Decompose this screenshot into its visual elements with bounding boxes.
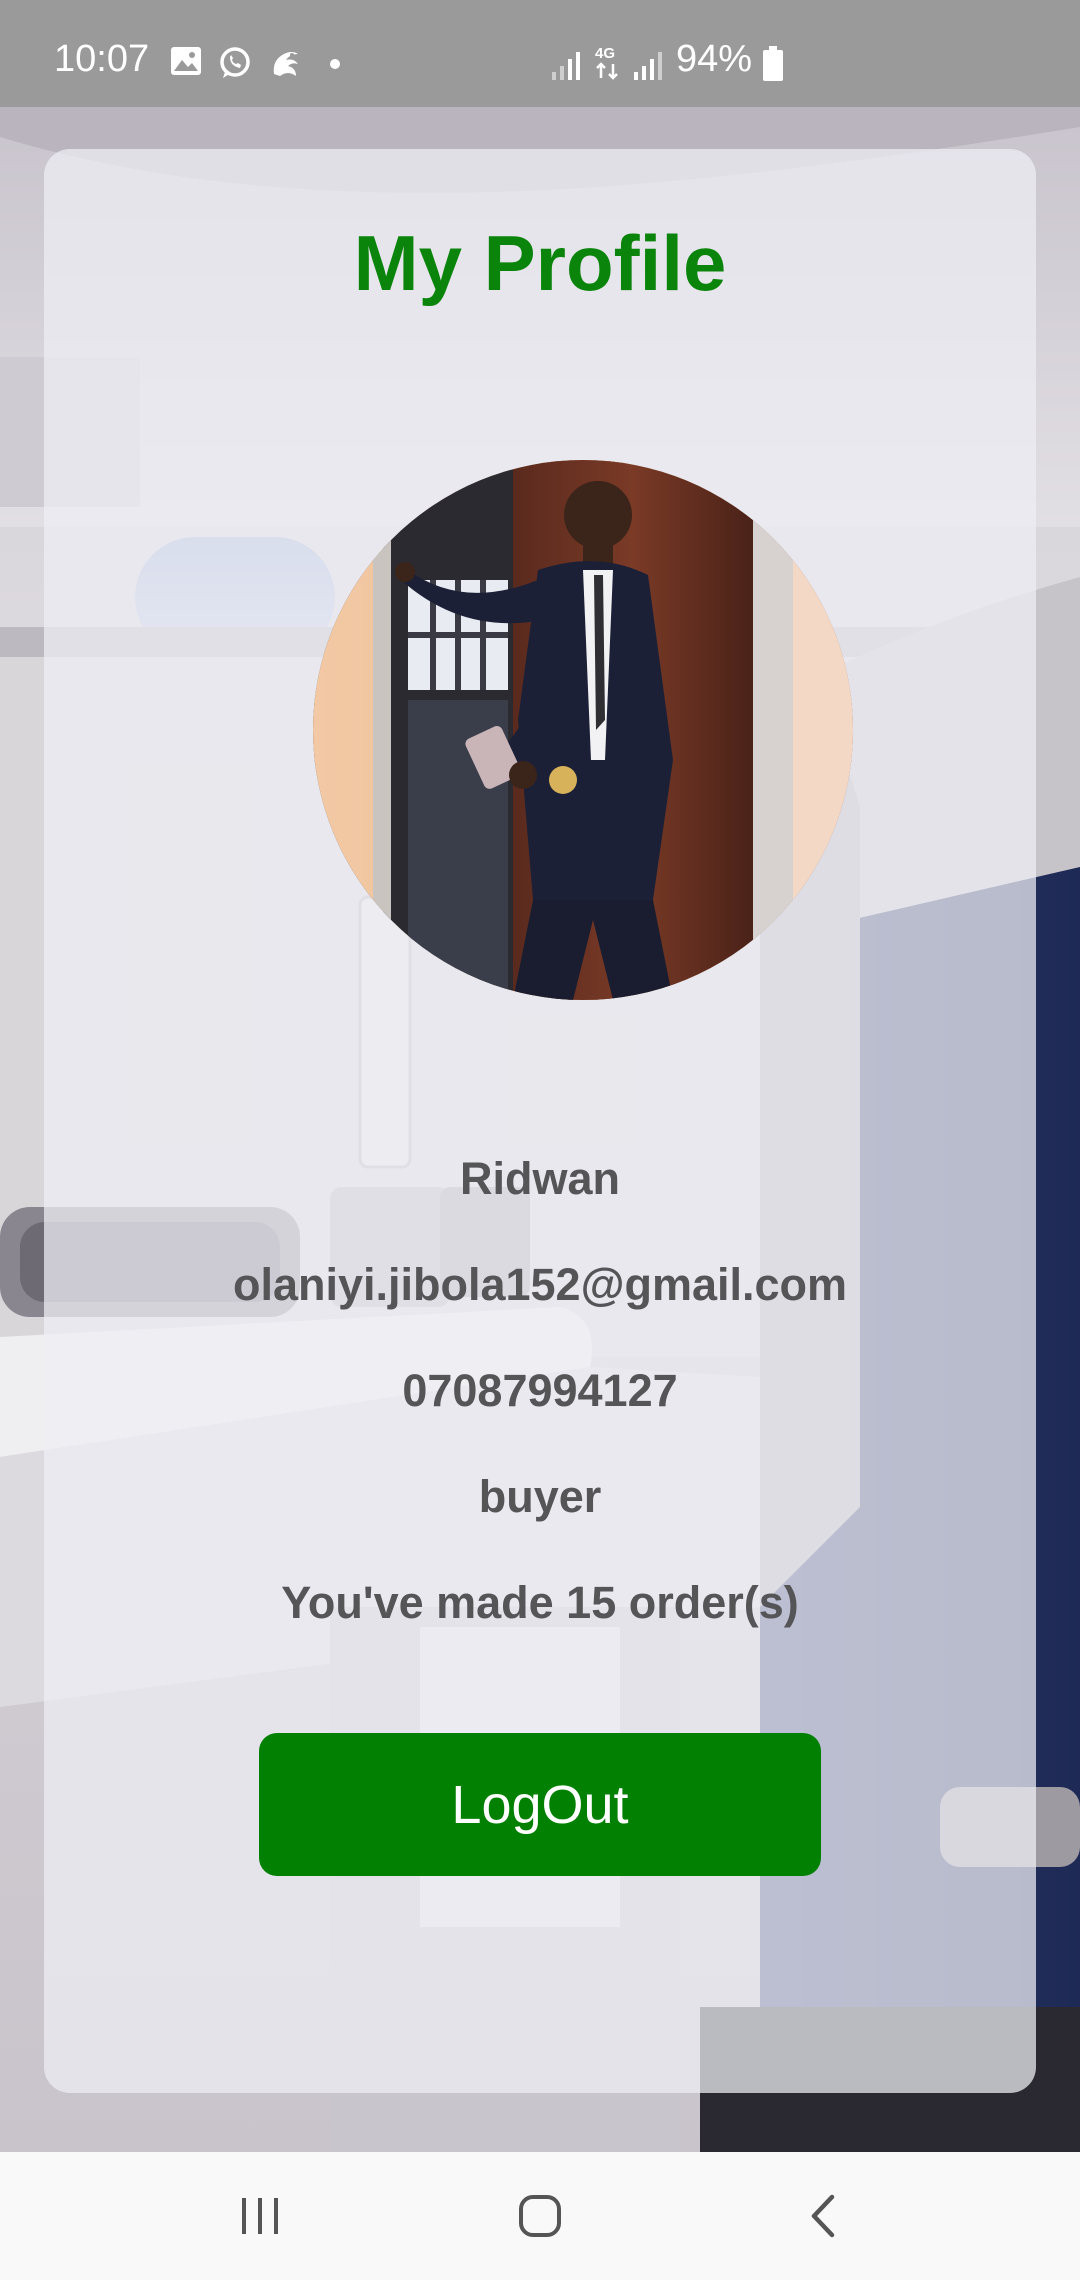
- user-name: Ridwan: [459, 1153, 620, 1204]
- home-icon: [519, 2195, 561, 2237]
- navigation-bar: [0, 2152, 1080, 2280]
- profile-photo: [313, 460, 853, 1000]
- user-email: olaniyi.jibola152@gmail.com: [232, 1259, 848, 1310]
- back-button[interactable]: [733, 2152, 913, 2280]
- recent-apps-icon: [242, 2198, 278, 2234]
- signal-icon: [634, 52, 662, 80]
- orders-count-text: You've made 15 order(s): [281, 1577, 799, 1628]
- browser-icon: [273, 52, 298, 76]
- svg-text:4G: 4G: [595, 45, 615, 62]
- status-time: 10:07: [54, 38, 150, 80]
- avatar[interactable]: [313, 460, 853, 1000]
- whatsapp-icon: [220, 47, 250, 78]
- notification-dot: [330, 59, 340, 69]
- user-phone: 07087994127: [402, 1365, 678, 1416]
- signal-icon: [552, 52, 580, 80]
- profile-screen: 10:07 4G 94% My Profile Ridwan olaniyi.j…: [0, 0, 1080, 2280]
- back-icon: [811, 2194, 835, 2238]
- user-role: buyer: [478, 1471, 602, 1522]
- battery-icon: [763, 46, 783, 81]
- logout-button[interactable]: LogOut: [259, 1733, 821, 1876]
- home-button[interactable]: [450, 2152, 630, 2280]
- battery-percent: 94%: [676, 38, 753, 80]
- recent-apps-button[interactable]: [170, 2152, 350, 2280]
- page-title: My Profile: [353, 219, 727, 307]
- status-bar: 10:07 4G 94%: [0, 0, 1080, 107]
- 4g-data-icon: 4G: [595, 45, 618, 80]
- gallery-icon: [171, 47, 201, 75]
